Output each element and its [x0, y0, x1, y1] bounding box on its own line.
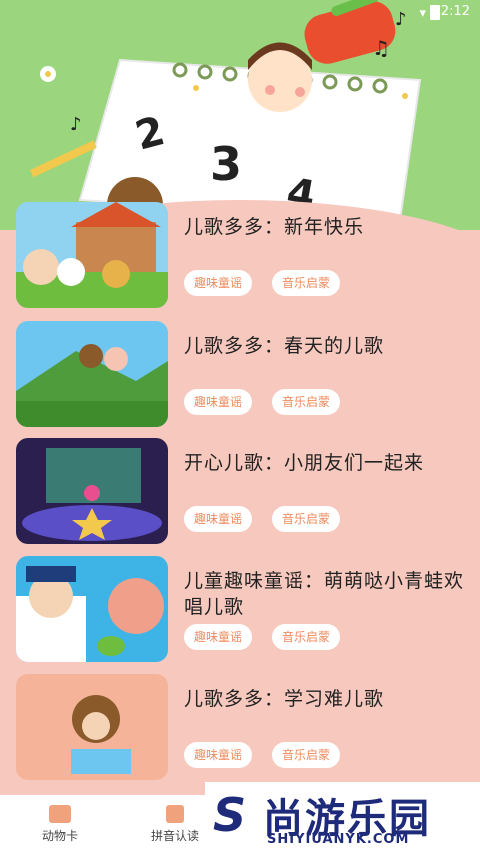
- card-icon: [49, 805, 71, 823]
- tag-music-enlightenment[interactable]: 音乐启蒙: [272, 389, 341, 415]
- song-thumbnail[interactable]: [16, 438, 168, 544]
- tag-music-enlightenment[interactable]: 音乐启蒙: [272, 270, 341, 296]
- svg-text:♫: ♫: [372, 36, 390, 60]
- svg-text:3: 3: [210, 137, 242, 191]
- song-title: 儿歌多多：学习难儿歌: [184, 688, 385, 710]
- song-card[interactable]: 儿歌多多：学习难儿歌 趣味童谣 音乐启蒙: [16, 674, 472, 782]
- song-card[interactable]: 开心儿歌：小朋友们一起来 趣味童谣 音乐启蒙: [16, 438, 472, 546]
- svg-text:♪: ♪: [70, 114, 82, 135]
- pinyin-icon: [166, 805, 184, 823]
- tab-label: 动物卡: [41, 829, 78, 843]
- song-thumbnail[interactable]: [16, 321, 168, 427]
- banner-illustration: 2 3 4 ♪ ♫ ♪: [0, 0, 480, 230]
- tag-fun-rhyme[interactable]: 趣味童谣: [184, 624, 253, 650]
- song-card[interactable]: 儿童趣味童谣：萌萌哒小青蛙欢唱儿歌 趣味童谣 音乐启蒙: [16, 556, 472, 664]
- header-banner: 2 3 4 ♪ ♫ ♪: [0, 0, 480, 230]
- status-bar: ▾ 2:12: [0, 0, 480, 24]
- tag-fun-rhyme[interactable]: 趣味童谣: [184, 389, 253, 415]
- song-thumbnail[interactable]: [16, 202, 168, 308]
- song-card[interactable]: 儿歌多多：春天的儿歌 趣味童谣 音乐启蒙: [16, 321, 472, 429]
- song-title: 开心儿歌：小朋友们一起来: [184, 452, 425, 474]
- tag-music-enlightenment[interactable]: 音乐启蒙: [272, 742, 341, 768]
- tag-music-enlightenment[interactable]: 音乐启蒙: [272, 624, 341, 650]
- tab-animal-cards[interactable]: 动物卡: [0, 795, 120, 853]
- song-title: 儿歌多多：春天的儿歌: [184, 335, 385, 357]
- tag-fun-rhyme[interactable]: 趣味童谣: [184, 506, 253, 532]
- song-card[interactable]: 儿歌多多：新年快乐 趣味童谣 音乐启蒙: [16, 202, 472, 310]
- song-title: 儿歌多多：新年快乐: [184, 216, 365, 238]
- tag-fun-rhyme[interactable]: 趣味童谣: [184, 742, 253, 768]
- song-title: 儿童趣味童谣：萌萌哒小青蛙欢唱儿歌: [184, 570, 465, 618]
- tag-fun-rhyme[interactable]: 趣味童谣: [184, 270, 253, 296]
- status-time: 2:12: [440, 4, 470, 19]
- watermark-s-icon: S: [213, 788, 247, 842]
- wifi-icon: ▾: [419, 6, 426, 21]
- song-thumbnail[interactable]: [16, 674, 168, 780]
- watermark-logo: S 尚游乐园 SHIYIUANYK.COM: [205, 782, 480, 853]
- battery-icon: [430, 5, 440, 20]
- watermark-url: SHIYIUANYK.COM: [267, 832, 410, 847]
- tag-music-enlightenment[interactable]: 音乐启蒙: [272, 506, 341, 532]
- song-thumbnail[interactable]: [16, 556, 168, 662]
